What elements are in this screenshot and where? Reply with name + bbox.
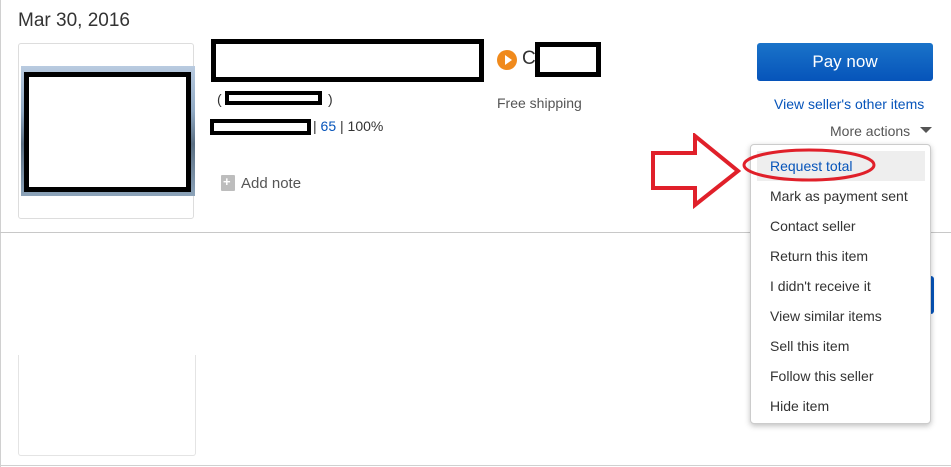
- frame-bottom-border: [0, 465, 951, 466]
- price-prefix: C: [522, 48, 536, 69]
- menu-item-hide-item[interactable]: Hide item: [751, 391, 930, 421]
- chevron-down-icon[interactable]: [920, 127, 932, 133]
- add-note-icon[interactable]: [221, 174, 235, 191]
- menu-item-sell-item[interactable]: Sell this item: [751, 331, 930, 361]
- shipping-info: Free shipping: [497, 95, 582, 111]
- more-actions-menu: Request total Mark as payment sent Conta…: [750, 144, 931, 424]
- order-date: Mar 30, 2016: [18, 10, 130, 31]
- more-actions-toggle[interactable]: More actions: [830, 123, 910, 139]
- add-note-link[interactable]: Add note: [241, 175, 301, 192]
- feedback-score-link[interactable]: 65: [321, 118, 337, 134]
- redaction-seller-name: [210, 119, 311, 135]
- play-circle-icon: [497, 50, 517, 70]
- menu-item-return-item[interactable]: Return this item: [751, 241, 930, 271]
- feedback-percent: | 100%: [340, 118, 384, 134]
- feedback-separator: |: [313, 118, 317, 134]
- annotation-circle: [742, 148, 876, 182]
- redaction-price: [535, 42, 601, 77]
- paren-open: (: [217, 91, 222, 107]
- second-item-thumbnail-card[interactable]: [18, 355, 196, 456]
- menu-item-contact-seller[interactable]: Contact seller: [751, 211, 930, 241]
- redaction-item-detail: [225, 91, 322, 105]
- menu-item-view-similar[interactable]: View similar items: [751, 301, 930, 331]
- menu-item-not-received[interactable]: I didn't receive it: [751, 271, 930, 301]
- frame-left-border: [0, 0, 1, 467]
- paren-close: ): [328, 91, 333, 107]
- redaction-image: [24, 72, 191, 192]
- redaction-item-title: [211, 39, 484, 82]
- view-seller-items-link[interactable]: View seller's other items: [774, 96, 924, 112]
- pay-now-button[interactable]: Pay now: [757, 43, 933, 81]
- menu-item-follow-seller[interactable]: Follow this seller: [751, 361, 930, 391]
- menu-item-mark-payment-sent[interactable]: Mark as payment sent: [751, 181, 930, 211]
- seller-feedback: | 65 | 100%: [313, 118, 383, 134]
- annotation-arrow: [651, 133, 742, 209]
